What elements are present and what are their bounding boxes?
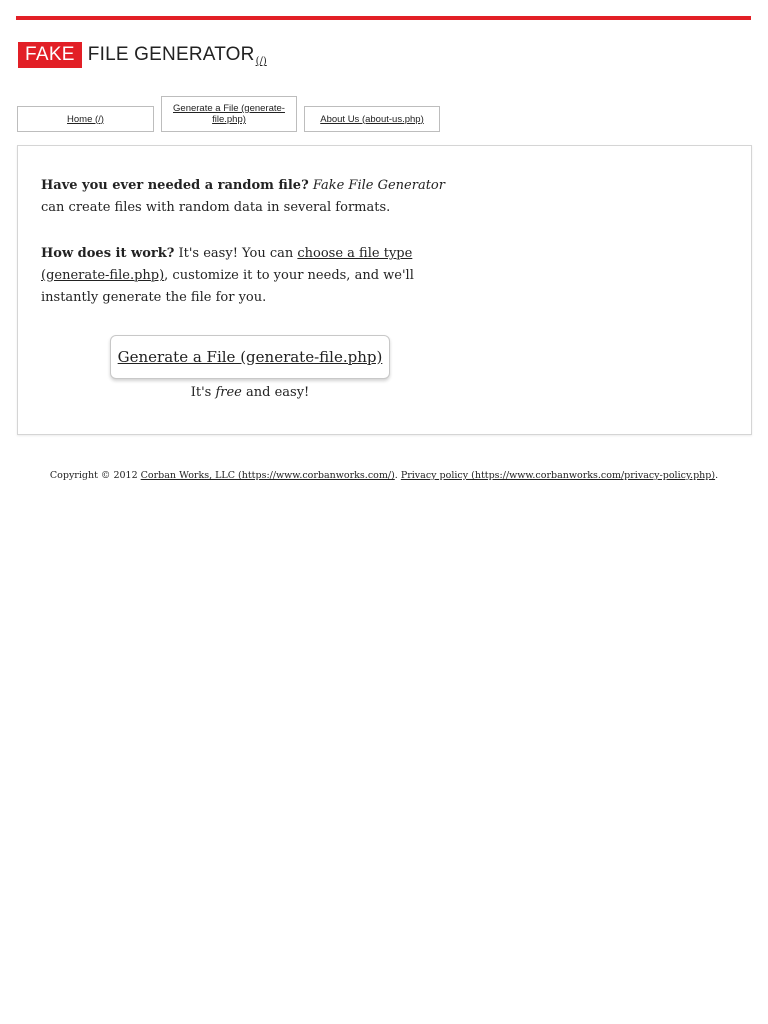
how-text-before: It's easy! You can [174, 246, 298, 261]
how-paragraph: How does it work? It's easy! You can cho… [41, 243, 466, 309]
footer-copyright: Copyright © 2012 [49, 470, 141, 481]
tab-generate-file[interactable]: Generate a File (generate-file.php) [161, 96, 297, 132]
cta-note-after: and easy! [241, 385, 310, 400]
site-logo[interactable]: FAKE FILE GENERATOR (/) [18, 42, 267, 72]
cta-note: It's free and easy! [110, 383, 390, 403]
tab-about-us-link[interactable]: About Us (about-us.php) [320, 114, 424, 125]
footer-end: . [715, 470, 719, 481]
cta-note-emphasis: free [215, 385, 242, 400]
top-accent-bar [16, 16, 751, 20]
tab-about-us[interactable]: About Us (about-us.php) [304, 106, 440, 132]
tab-home[interactable]: Home (/) [17, 106, 154, 132]
tab-home-link[interactable]: Home (/) [67, 114, 104, 125]
how-question: How does it work? [41, 246, 175, 261]
footer: Copyright © 2012 Corban Works, LLC (http… [0, 468, 768, 484]
generate-file-button-label[interactable]: Generate a File (generate-file.php) [118, 348, 383, 366]
tab-generate-file-link[interactable]: Generate a File (generate-file.php) [168, 103, 290, 125]
generate-file-button[interactable]: Generate a File (generate-file.php) [110, 335, 390, 379]
product-name: Fake File Generator [312, 178, 445, 193]
intro-text: can create files with random data in sev… [41, 200, 391, 215]
logo-fake-badge: FAKE [18, 42, 82, 68]
cta-note-before: It's [190, 385, 216, 400]
intro-question: Have you ever needed a random file? [41, 178, 309, 193]
footer-company-link[interactable]: Corban Works, LLC (https://www.corbanwor… [141, 470, 395, 481]
footer-privacy-link[interactable]: Privacy policy (https://www.corbanworks.… [401, 470, 715, 481]
logo-wordmark: FILE GENERATOR [87, 44, 255, 65]
logo-home-link[interactable]: (/) [256, 56, 267, 67]
intro-paragraph: Have you ever needed a random file? Fake… [41, 175, 466, 219]
